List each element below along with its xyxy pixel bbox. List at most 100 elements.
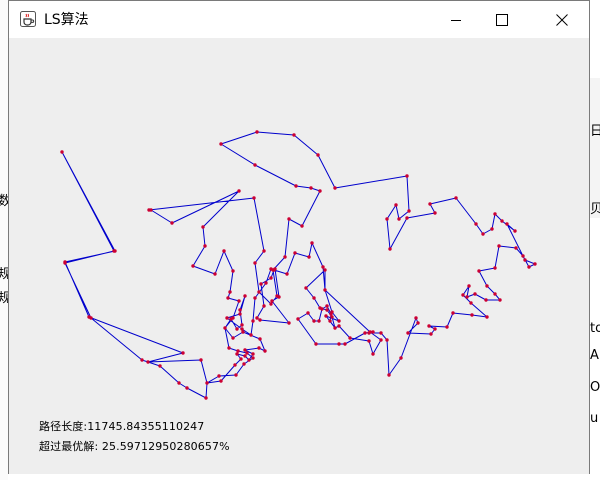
maximize-button[interactable] [479,1,525,38]
title-bar[interactable]: LS算法 [9,1,589,38]
city-point [203,244,207,248]
city-point [371,352,375,356]
tsp-route-plot [60,130,537,400]
city-point [264,281,268,285]
city-point [523,258,527,262]
city-point [469,301,473,305]
city-point [427,324,431,328]
city-point [363,331,367,335]
city-point [259,282,263,286]
city-point [328,319,332,323]
city-point [112,249,116,253]
city-point [269,267,273,271]
city-point [368,330,372,334]
city-point [294,184,298,188]
city-point [252,196,256,200]
city-point [505,222,509,226]
city-point [237,189,241,193]
background-right-text: to [590,321,600,336]
close-button[interactable] [539,1,585,38]
city-point [258,318,262,322]
city-point [243,348,247,352]
city-point [307,255,311,259]
city-point [498,298,502,302]
path-length-label: 路径长度:11745.84355110247 [39,420,205,433]
city-point [500,219,504,223]
city-point [310,241,314,245]
city-point [240,327,244,331]
city-point [283,255,287,259]
city-point [445,325,449,329]
city-point [337,324,341,328]
city-point [317,319,321,323]
city-point [238,312,242,316]
city-point [321,265,325,269]
city-point [213,272,217,276]
city-point [238,308,242,312]
city-point [219,379,223,383]
route-path [61,131,536,399]
city-point [343,342,347,346]
over-optimal-label: 超过最优解: 25.59712950280657% [39,440,230,453]
city-point [245,351,249,355]
city-point [262,249,266,253]
city-point [337,319,341,323]
city-point [235,327,239,331]
minimize-icon [451,19,461,21]
maximize-icon [496,13,508,26]
city-point [255,130,259,134]
city-point [405,174,409,178]
minimize-button[interactable] [433,1,479,38]
city-point [181,351,185,355]
city-point [292,133,296,137]
city-point [533,262,537,266]
city-point [428,202,432,206]
background-right-text: u [590,411,599,426]
city-point [324,314,328,318]
city-point [229,317,233,321]
city-point [237,299,241,303]
city-point [241,330,245,334]
city-point [312,296,316,300]
city-point [323,268,327,272]
city-point [251,356,255,360]
city-point [484,298,488,302]
city-point [304,286,308,290]
city-point [306,311,310,315]
city-point [385,217,389,221]
city-point [333,326,337,330]
city-point [309,186,313,190]
city-point [474,222,478,226]
background-right-text: 贝 [590,202,600,217]
city-point [251,352,255,356]
city-point [199,358,203,362]
city-point [236,349,240,353]
city-point [513,229,517,233]
city-point [465,295,469,299]
city-point [318,306,322,310]
city-point [205,381,209,385]
ls-algorithm-window: LS算法 路径长度:11745.84355110247 超过最优解: 25.59… [8,0,590,474]
city-point [226,296,230,300]
route-canvas: 路径长度:11745.84355110247 超过最优解: 25.5971295… [9,38,589,474]
city-point [296,317,300,321]
city-point [63,261,67,265]
city-point [470,313,474,317]
city-point [242,362,246,366]
city-point [473,292,477,296]
city-point [429,332,433,336]
city-point [333,186,337,190]
city-point [269,276,273,280]
city-point [253,261,257,265]
city-point [397,217,401,221]
city-point [225,316,229,320]
city-point [191,264,195,268]
city-point [235,352,239,356]
city-point [247,358,251,362]
city-point [233,363,237,367]
city-point [253,163,257,167]
city-point [467,284,471,288]
city-point [414,316,418,320]
city-point [177,381,181,385]
city-point [387,373,391,377]
